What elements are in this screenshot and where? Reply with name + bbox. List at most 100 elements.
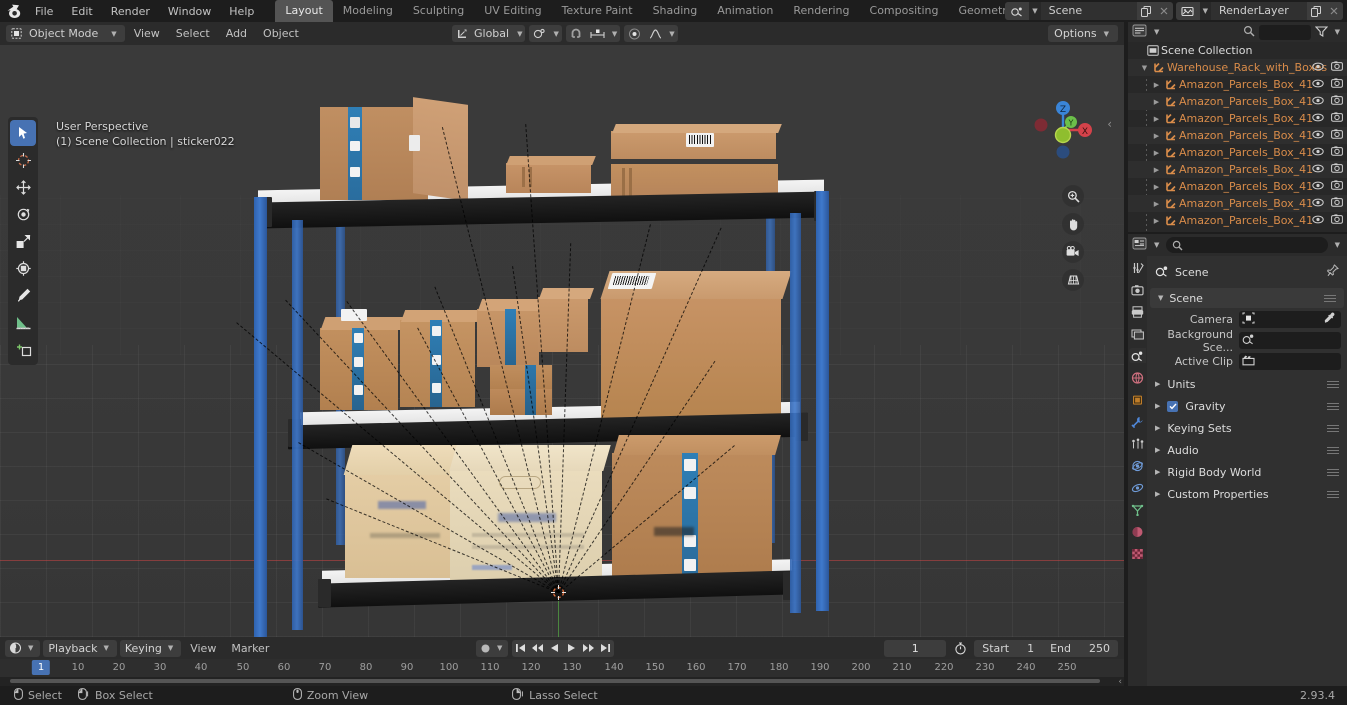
active-clip-field[interactable] <box>1239 353 1341 370</box>
camera-eyedropper-icon[interactable] <box>1323 312 1338 327</box>
properties-search-input[interactable] <box>1166 237 1328 253</box>
eye-icon[interactable] <box>1312 129 1324 142</box>
audio-panel[interactable]: ▶ Audio <box>1147 439 1347 461</box>
outliner-row-object[interactable]: ▶ Amazon_Parcels_Box_41 <box>1128 195 1347 212</box>
tab-sculpting[interactable]: Sculpting <box>403 0 474 22</box>
snapping-group[interactable]: ▼ <box>565 25 621 42</box>
outliner-tree[interactable]: Scene Collection ▼ Warehouse_Rack_with_B… <box>1128 42 1347 232</box>
camera-render-icon[interactable] <box>1331 61 1343 74</box>
output-tab[interactable] <box>1129 304 1146 319</box>
eye-icon[interactable] <box>1312 61 1324 74</box>
next-keyframe-icon[interactable] <box>580 640 597 657</box>
units-panel[interactable]: ▶ Units <box>1147 373 1347 395</box>
tab-compositing[interactable]: Compositing <box>860 0 949 22</box>
view-layer-tab[interactable] <box>1129 326 1146 341</box>
tab-animation[interactable]: Animation <box>707 0 783 22</box>
tab-layout[interactable]: Layout <box>275 0 333 22</box>
start-frame-cell[interactable]: Start 1 <box>974 640 1042 657</box>
annotate-tool[interactable] <box>10 282 36 308</box>
add-cube-tool[interactable] <box>10 336 36 362</box>
modifier-tab[interactable] <box>1129 414 1146 429</box>
camera-render-icon[interactable] <box>1331 146 1343 159</box>
playhead[interactable]: 1 <box>31 660 51 675</box>
timeline-editor-type-selector[interactable]: ▼ <box>5 639 41 657</box>
proportional-editing-group[interactable]: ▼ <box>624 25 678 42</box>
timeline-menu-marker[interactable]: Marker <box>225 640 275 657</box>
object-tab[interactable] <box>1129 392 1146 407</box>
frame-range-group[interactable]: Start 1 End 250 <box>974 639 1118 657</box>
viewport-menu-object[interactable]: Object <box>256 25 306 42</box>
eye-icon[interactable] <box>1312 146 1324 159</box>
camera-render-icon[interactable] <box>1331 95 1343 108</box>
pin-icon[interactable] <box>1326 264 1339 280</box>
world-tab[interactable] <box>1129 370 1146 385</box>
timeline-ruler[interactable]: 1 10 20 30 40 50 60 70 80 90 100 110 120… <box>0 659 1124 677</box>
outliner-filter-chevron-down-icon[interactable]: ▼ <box>1332 28 1343 36</box>
object-mode-selector[interactable]: Object Mode ▼ <box>6 25 125 42</box>
object-expand-icon[interactable]: ▶ <box>1150 98 1163 106</box>
outliner-filter-icon[interactable] <box>1314 25 1328 40</box>
outliner-display-chevron-down-icon[interactable]: ▼ <box>1151 28 1162 36</box>
constraints-tab[interactable] <box>1129 480 1146 495</box>
prev-keyframe-icon[interactable] <box>529 640 546 657</box>
outliner-row-object[interactable]: ▶ Amazon_Parcels_Box_41 <box>1128 93 1347 110</box>
object-expand-icon[interactable]: ▶ <box>1150 132 1163 140</box>
menu-file[interactable]: File <box>26 3 62 20</box>
play-icon[interactable] <box>563 640 580 657</box>
data-tab[interactable] <box>1129 502 1146 517</box>
object-expand-icon[interactable]: ▶ <box>1150 166 1163 174</box>
pivot-point-selector[interactable]: ▼ <box>529 25 562 42</box>
gravity-panel[interactable]: ▶ Gravity <box>1147 395 1347 417</box>
object-expand-icon[interactable]: ▶ <box>1150 217 1163 225</box>
eye-icon[interactable] <box>1312 112 1324 125</box>
viewport-menu-select[interactable]: Select <box>169 25 217 42</box>
tab-modeling[interactable]: Modeling <box>333 0 403 22</box>
current-frame-field[interactable]: 1 <box>884 639 947 657</box>
object-expand-icon[interactable]: ▶ <box>1150 183 1163 191</box>
properties-editor-type-icon[interactable] <box>1132 237 1147 253</box>
rotate-tool[interactable] <box>10 201 36 227</box>
camera-view-icon[interactable] <box>1062 241 1084 263</box>
outliner-row-object[interactable]: ▶ Amazon_Parcels_Box_41 <box>1128 76 1347 93</box>
camera-render-icon[interactable] <box>1331 129 1343 142</box>
properties-options-chevron-down-icon[interactable]: ▼ <box>1332 241 1343 249</box>
custom-properties-panel[interactable]: ▶ Custom Properties <box>1147 483 1347 505</box>
physics-tab[interactable] <box>1129 458 1146 473</box>
eye-icon[interactable] <box>1312 95 1324 108</box>
blender-logo-icon[interactable] <box>4 2 26 20</box>
menu-help[interactable]: Help <box>220 3 263 20</box>
eye-icon[interactable] <box>1312 163 1324 176</box>
tweak-tool[interactable] <box>10 120 36 146</box>
scene-tab[interactable] <box>1129 348 1146 363</box>
scene-duplicate-icon[interactable] <box>1136 2 1155 20</box>
camera-field[interactable] <box>1239 311 1341 328</box>
ortho-persp-icon[interactable] <box>1062 269 1084 291</box>
falloff-curve-icon[interactable] <box>645 25 666 42</box>
timeline-menu-view[interactable]: View <box>184 640 222 657</box>
eye-icon[interactable] <box>1312 78 1324 91</box>
properties-editor-chevron-down-icon[interactable]: ▼ <box>1151 241 1162 249</box>
outliner-search-input[interactable] <box>1258 24 1311 40</box>
viewlayer-unlink-x-icon[interactable] <box>1325 2 1343 20</box>
background-scene-field[interactable] <box>1239 332 1341 349</box>
viewport-canvas[interactable]: User Perspective (1) Scene Collection | … <box>0 45 1124 637</box>
menu-edit[interactable]: Edit <box>62 3 101 20</box>
transform-orientation-selector[interactable]: Global ▼ <box>452 25 526 42</box>
object-expand-icon[interactable]: ▶ <box>1150 200 1163 208</box>
tab-rendering[interactable]: Rendering <box>783 0 859 22</box>
gravity-checkbox[interactable] <box>1167 400 1179 412</box>
jump-end-icon[interactable] <box>597 640 614 657</box>
particles-tab[interactable] <box>1129 436 1146 451</box>
magnet-icon[interactable] <box>566 25 586 42</box>
proportional-edit-icon[interactable] <box>624 25 645 42</box>
menu-window[interactable]: Window <box>159 3 220 20</box>
outliner-row-collection[interactable]: ▼ Warehouse_Rack_with_Boxes <box>1128 59 1347 76</box>
outliner-row-object[interactable]: ▶ Amazon_Parcels_Box_41 <box>1128 161 1347 178</box>
camera-render-icon[interactable] <box>1331 180 1343 193</box>
playback-menu[interactable]: Playback ▼ <box>43 639 117 657</box>
eye-icon[interactable] <box>1312 197 1324 210</box>
outliner-row-object[interactable]: ▶ Amazon_Parcels_Box_41 <box>1128 212 1347 229</box>
viewlayer-selector[interactable]: ▼ RenderLayer <box>1175 2 1343 20</box>
sidebar-collapse-arrow-icon[interactable]: ‹ <box>1107 117 1112 131</box>
tool-tab[interactable] <box>1129 260 1146 275</box>
